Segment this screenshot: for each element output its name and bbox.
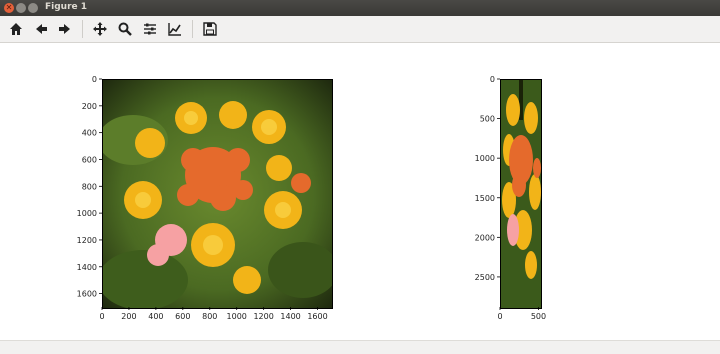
navigation-toolbar: [0, 16, 720, 43]
edit-axes-icon: [168, 23, 181, 36]
configure-subplots-button[interactable]: [140, 20, 160, 38]
right-stretched-flower-image: [500, 79, 542, 309]
back-arrow-icon: [36, 24, 47, 34]
minimize-window-button[interactable]: [16, 3, 26, 13]
left-flower-image: [102, 79, 333, 309]
zoom-icon: [118, 22, 132, 36]
close-window-button[interactable]: ✕: [4, 3, 14, 13]
pan-icon: [93, 22, 107, 36]
forward-arrow-icon: [59, 24, 70, 34]
home-button[interactable]: [6, 20, 26, 38]
toolbar-separator: [82, 20, 83, 38]
title-bar: ✕ Figure 1: [0, 0, 720, 16]
save-button[interactable]: [200, 20, 220, 38]
flower-picture: [103, 80, 332, 308]
maximize-window-button[interactable]: [28, 3, 38, 13]
back-button[interactable]: [31, 20, 51, 38]
subplots-config-icon: [144, 23, 156, 35]
forward-button[interactable]: [55, 20, 75, 38]
home-icon: [10, 23, 22, 35]
toolbar-separator: [192, 20, 193, 38]
status-bar: [0, 340, 720, 354]
window-title: Figure 1: [45, 2, 88, 12]
edit-axes-button[interactable]: [165, 20, 185, 38]
pan-button[interactable]: [90, 20, 110, 38]
zoom-button[interactable]: [115, 20, 135, 38]
stretched-flower-picture: [501, 80, 541, 308]
save-icon: [203, 22, 217, 36]
